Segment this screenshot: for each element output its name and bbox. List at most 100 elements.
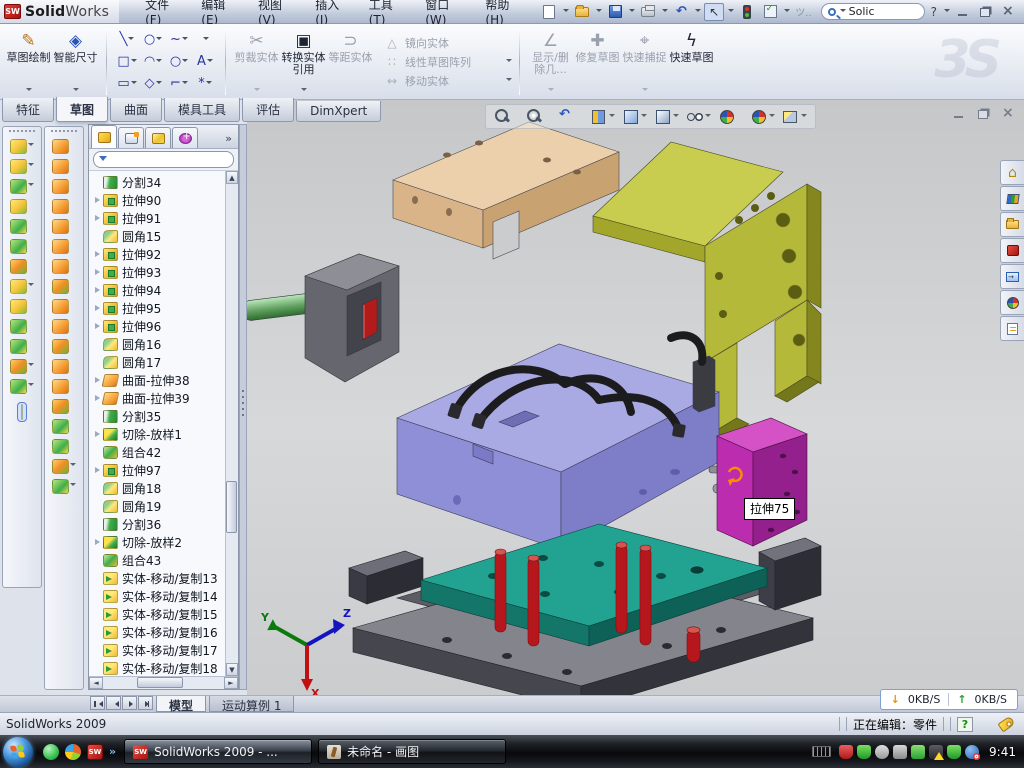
next-tab-icon[interactable] — [122, 696, 137, 710]
featuremanager-tab[interactable] — [91, 125, 117, 148]
command-tab[interactable]: 模具工具 — [164, 98, 240, 122]
custom-properties-icon[interactable] — [1000, 316, 1024, 341]
tree-item[interactable]: 拉伸94 — [93, 281, 225, 299]
sketch-entity-button[interactable]: A — [192, 54, 218, 69]
design-library-icon[interactable] — [1000, 186, 1024, 211]
toolbar-button[interactable] — [52, 379, 76, 394]
toolbar-button[interactable] — [10, 219, 34, 234]
sketch-entity-button[interactable]: ◠ — [140, 54, 166, 69]
ribbon-row-button[interactable]: △ 镜向实体 — [384, 35, 512, 51]
toolbar-button[interactable] — [10, 319, 34, 334]
scroll-right-icon[interactable]: ► — [224, 677, 238, 689]
quicklaunch-overflow-chevron[interactable]: » — [109, 745, 116, 758]
sketch-entity-button[interactable]: ⌐ — [166, 76, 192, 91]
file-explorer-icon[interactable] — [1000, 212, 1024, 237]
tree-horizontal-scrollbar[interactable]: ◄ ► — [89, 676, 238, 689]
first-tab-icon[interactable] — [90, 696, 105, 710]
ribbon-big-button[interactable]: ▣ 转换实体引用 — [280, 28, 327, 96]
command-tab[interactable]: DimXpert — [296, 101, 381, 122]
hud-button[interactable] — [494, 108, 519, 125]
tree-item[interactable]: 圆角17 — [93, 353, 225, 371]
expand-arrow-icon[interactable] — [93, 394, 102, 403]
hud-button[interactable] — [686, 108, 711, 125]
solidworks-toolbox-icon[interactable] — [1000, 238, 1024, 263]
tree-item[interactable]: 分割34 — [93, 173, 225, 191]
toolbar-button[interactable] — [52, 279, 76, 294]
tree-item[interactable]: 实体-移动/复制17 — [93, 641, 225, 659]
toolbar-button[interactable] — [10, 359, 34, 374]
search-box[interactable]: Solic — [821, 3, 925, 20]
taskbar-task-button[interactable]: SW SolidWorks 2009 - ... — [124, 739, 312, 764]
expand-arrow-icon[interactable] — [93, 214, 102, 223]
toolbar-button[interactable] — [10, 379, 34, 394]
configurationmanager-tab[interactable] — [145, 127, 171, 148]
expand-arrow-icon[interactable] — [93, 538, 102, 547]
start-button[interactable] — [3, 737, 33, 767]
solidworks-quicklaunch-icon[interactable]: SW — [87, 744, 103, 760]
part-cavity-block[interactable] — [397, 344, 739, 550]
sketch-entity-button[interactable]: ▭ — [114, 76, 140, 91]
hud-button[interactable] — [590, 108, 615, 125]
ribbon-row-button[interactable]: ∷ 线性草图阵列 — [384, 54, 512, 70]
entity-caret[interactable] — [182, 37, 188, 43]
tray-icon[interactable] — [929, 745, 943, 759]
tree-item[interactable]: 切除-放样1 — [93, 425, 225, 443]
tree-item[interactable]: 实体-移动/复制13 — [93, 569, 225, 587]
tree-item[interactable]: 拉伸90 — [93, 191, 225, 209]
panel-overflow-chevron[interactable]: » — [225, 132, 236, 148]
expand-arrow-icon[interactable] — [93, 376, 102, 385]
tree-item[interactable]: 实体-移动/复制16 — [93, 623, 225, 641]
hud-button[interactable] — [782, 108, 807, 125]
tree-item[interactable]: 圆角19 — [93, 497, 225, 515]
quick-tips-icon[interactable]: ? — [957, 717, 973, 732]
tree-vertical-scrollbar[interactable]: ▲ ▼ — [225, 171, 238, 676]
ribbon-big-button[interactable]: ✎ 草图绘制 — [5, 28, 52, 96]
save-caret[interactable] — [629, 9, 635, 15]
panel-splitter[interactable] — [239, 124, 247, 690]
tray-icon[interactable] — [947, 745, 961, 759]
new-document-button[interactable] — [539, 3, 559, 21]
tray-icon[interactable] — [911, 745, 925, 759]
toolbar-button[interactable] — [10, 259, 34, 274]
instant3d-button-pressed[interactable] — [17, 402, 27, 422]
undo-button[interactable]: ↶ — [671, 3, 691, 21]
select-caret[interactable] — [728, 9, 734, 15]
expand-arrow-icon[interactable] — [93, 304, 102, 313]
entity-caret[interactable] — [203, 37, 209, 43]
tray-icon[interactable] — [839, 745, 853, 759]
scroll-up-icon[interactable]: ▲ — [226, 171, 238, 184]
expand-arrow-icon[interactable] — [93, 250, 102, 259]
command-tab[interactable]: 特征 — [2, 98, 54, 122]
toolbar-button[interactable] — [52, 399, 76, 414]
options-button[interactable] — [760, 3, 780, 21]
model-tab[interactable]: 模型 — [156, 696, 206, 712]
toolbar-button[interactable] — [52, 219, 76, 234]
hud-button[interactable] — [622, 108, 647, 125]
search-scope-caret[interactable] — [840, 9, 846, 15]
close-button[interactable] — [1000, 6, 1014, 18]
messenger-quicklaunch-icon[interactable] — [43, 744, 59, 760]
hud-button[interactable] — [718, 108, 743, 125]
doc-restore-button[interactable] — [976, 108, 990, 120]
tree-item[interactable]: 组合42 — [93, 443, 225, 461]
toolbar-button[interactable] — [10, 239, 34, 254]
entity-caret[interactable] — [128, 37, 134, 43]
motion-study-tab[interactable]: 运动算例 1 — [209, 696, 294, 712]
appearances-scenes-icon[interactable] — [1000, 290, 1024, 315]
tree-item[interactable]: 拉伸95 — [93, 299, 225, 317]
tree-item[interactable]: 拉伸93 — [93, 263, 225, 281]
doc-close-button[interactable] — [1000, 108, 1014, 120]
toolbar-button[interactable] — [52, 479, 76, 494]
search-input[interactable]: Solic — [849, 5, 875, 18]
command-tab[interactable]: 评估 — [242, 98, 294, 122]
command-tab[interactable]: 曲面 — [110, 98, 162, 122]
tray-icon[interactable] — [965, 745, 979, 759]
hud-button[interactable] — [750, 108, 775, 125]
sketch-entity-button[interactable]: * — [192, 76, 218, 91]
toolbar-button[interactable] — [10, 159, 34, 174]
expand-arrow-icon[interactable] — [93, 196, 102, 205]
tree-item[interactable]: 实体-移动/复制14 — [93, 587, 225, 605]
rebuild-button[interactable] — [737, 3, 757, 21]
dimxpertmanager-tab[interactable] — [172, 127, 198, 148]
toolbar-button[interactable] — [52, 159, 76, 174]
